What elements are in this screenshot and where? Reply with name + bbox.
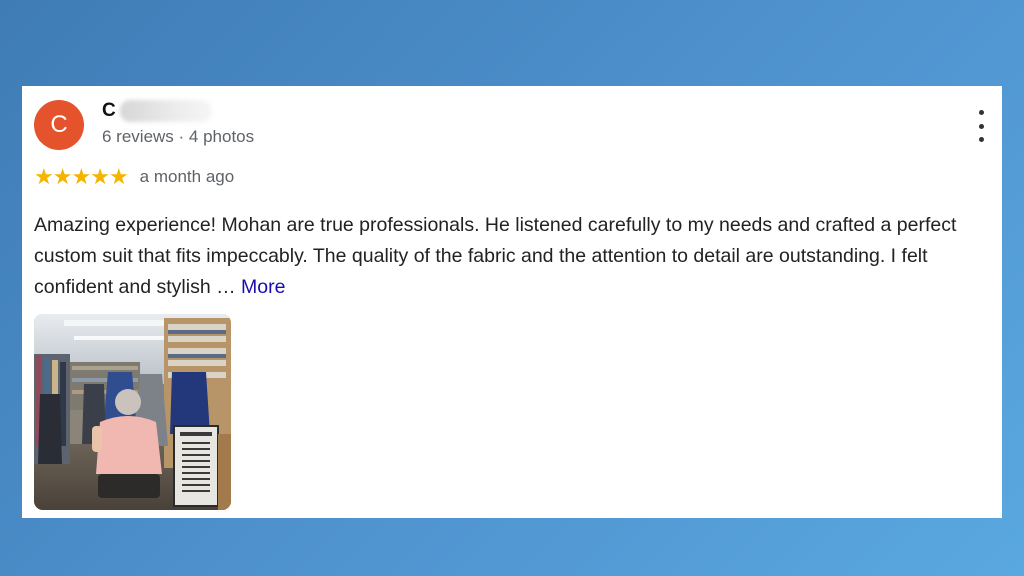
review-card: C C 6 reviews · 4 photos ★ ★ ★ ★ ★ a mon… bbox=[22, 86, 1002, 518]
star-icon: ★ bbox=[108, 164, 129, 189]
name-blur bbox=[119, 100, 212, 122]
review-time: a month ago bbox=[139, 167, 235, 186]
star-icon: ★ bbox=[71, 164, 91, 189]
kebab-dot bbox=[978, 137, 984, 142]
review-photo[interactable] bbox=[34, 314, 231, 510]
avatar[interactable]: C bbox=[34, 100, 84, 150]
kebab-dot bbox=[978, 110, 984, 115]
more-link[interactable]: More bbox=[241, 276, 285, 298]
author-meta: 6 reviews · 4 photos bbox=[102, 127, 255, 146]
more-vert-icon[interactable] bbox=[974, 110, 988, 142]
author-name[interactable]: C bbox=[102, 100, 212, 122]
author-initial: C bbox=[102, 100, 116, 121]
rating-row: ★ ★ ★ ★ ★ a month ago bbox=[34, 166, 234, 188]
photo-illustration bbox=[34, 314, 231, 510]
kebab-dot bbox=[978, 123, 984, 129]
avatar-letter: C bbox=[50, 111, 68, 138]
review-text: Amazing experience! Mohan are true profe… bbox=[34, 214, 957, 298]
star-icon: ★ bbox=[34, 164, 54, 189]
review-text-block: Amazing experience! Mohan are true profe… bbox=[34, 210, 994, 303]
star-icon: ★ bbox=[90, 164, 110, 189]
star-icon: ★ bbox=[52, 164, 73, 189]
